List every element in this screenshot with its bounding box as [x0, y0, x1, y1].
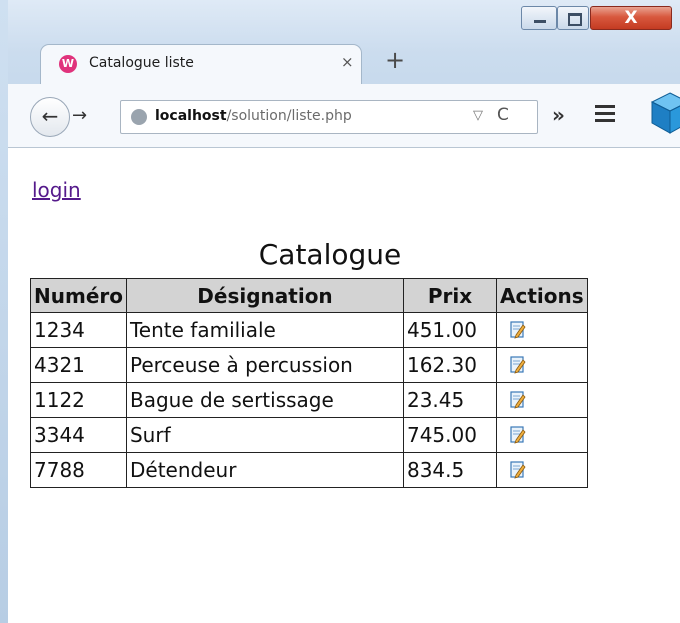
table-row: 3344 Surf 745.00: [30, 417, 588, 453]
cube-icon[interactable]: [650, 91, 680, 135]
globe-icon: [131, 109, 147, 125]
reload-button[interactable]: C: [497, 105, 509, 125]
cell-designation: Surf: [125, 417, 404, 453]
cell-numero: 7788: [30, 452, 127, 488]
header-actions: Actions: [495, 278, 588, 313]
url-bar[interactable]: localhost/solution/liste.php ▽ C: [120, 100, 538, 134]
nav-toolbar: ← → localhost/solution/liste.php ▽ C »: [8, 84, 680, 148]
cell-prix: 745.00: [402, 417, 497, 453]
back-button[interactable]: ←: [30, 97, 70, 137]
cell-numero: 1234: [30, 312, 127, 348]
page-title: Catalogue: [258, 238, 402, 271]
cell-prix: 23.45: [402, 382, 497, 418]
edit-icon[interactable]: [510, 321, 526, 339]
cell-numero: 1122: [30, 382, 127, 418]
window-edge: [0, 0, 8, 623]
new-tab-button[interactable]: +: [385, 48, 405, 72]
table-row: 7788 Détendeur 834.5: [30, 452, 588, 488]
cell-actions: [495, 312, 588, 348]
table-row: 1234 Tente familiale 451.00: [30, 312, 588, 348]
catalog-table: Numéro Désignation Prix Actions 1234 Tent…: [30, 278, 588, 488]
url-path: /solution/liste.php: [226, 108, 352, 124]
cell-actions: [495, 452, 588, 488]
cell-designation: Tente familiale: [125, 312, 404, 348]
edit-icon[interactable]: [510, 391, 526, 409]
page-content: login Catalogue Numéro Désignation Prix …: [8, 148, 680, 623]
header-prix: Prix: [402, 278, 497, 313]
cell-designation: Détendeur: [125, 452, 404, 488]
maximize-button[interactable]: [557, 6, 589, 30]
edit-icon[interactable]: [510, 426, 526, 444]
table-row: 1122 Bague de sertissage 23.45: [30, 382, 588, 418]
cell-numero: 3344: [30, 417, 127, 453]
forward-button[interactable]: →: [72, 104, 87, 128]
header-numero: Numéro: [30, 278, 127, 313]
cell-actions: [495, 417, 588, 453]
tab-catalogue-liste[interactable]: W Catalogue liste ×: [40, 44, 362, 84]
header-designation: Désignation: [125, 278, 404, 313]
cell-actions: [495, 347, 588, 383]
cell-prix: 834.5: [402, 452, 497, 488]
edit-icon[interactable]: [510, 356, 526, 374]
table-row: 4321 Perceuse à percussion 162.30: [30, 347, 588, 383]
browser-window: X W Catalogue liste × + ← → localhost/so…: [0, 0, 680, 623]
table-header-row: Numéro Désignation Prix Actions: [30, 278, 588, 313]
menu-icon[interactable]: [595, 105, 615, 123]
cell-designation: Perceuse à percussion: [125, 347, 404, 383]
cell-prix: 451.00: [402, 312, 497, 348]
close-window-label: X: [624, 8, 638, 28]
cell-designation: Bague de sertissage: [125, 382, 404, 418]
cell-prix: 162.30: [402, 347, 497, 383]
cell-numero: 4321: [30, 347, 127, 383]
overflow-button[interactable]: »: [552, 103, 565, 127]
url-host: localhost: [155, 108, 227, 124]
login-link[interactable]: login: [32, 178, 81, 202]
minimize-button[interactable]: [521, 6, 557, 30]
url-dropdown-icon[interactable]: ▽: [473, 108, 483, 123]
tab-close-button[interactable]: ×: [341, 53, 354, 71]
url-text: localhost/solution/liste.php: [155, 108, 352, 124]
nav-group: ← → localhost/solution/liste.php ▽ C »: [30, 92, 680, 137]
tab-title: Catalogue liste: [89, 55, 194, 71]
wamp-icon: W: [59, 55, 77, 73]
close-window-button[interactable]: X: [590, 6, 672, 30]
cell-actions: [495, 382, 588, 418]
edit-icon[interactable]: [510, 461, 526, 479]
